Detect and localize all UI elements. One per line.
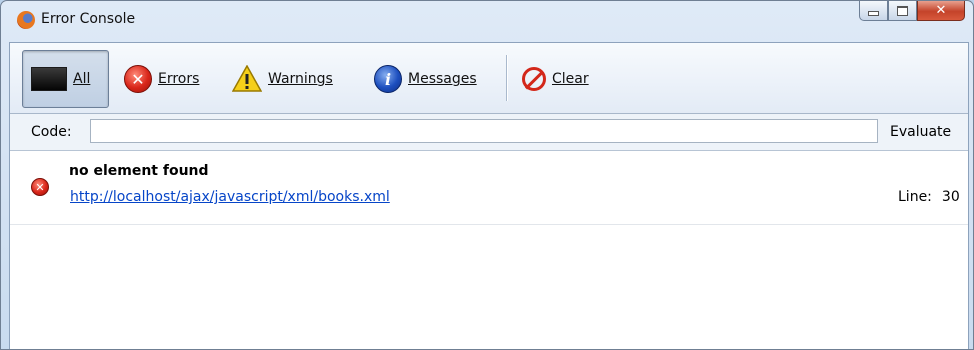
warnings-button[interactable]: Warnings: [228, 50, 337, 108]
title-bar[interactable]: Error Console ✕: [1, 1, 973, 41]
line-info: Line: 30: [898, 189, 960, 205]
maximize-button[interactable]: [888, 1, 917, 21]
errors-label: Errors: [158, 71, 200, 87]
warning-icon: [232, 65, 262, 92]
all-button[interactable]: All: [22, 50, 109, 108]
window-title: Error Console: [41, 11, 136, 27]
error-icon: ✕: [31, 178, 49, 196]
line-label: Line:: [898, 189, 932, 205]
messages-label: Messages: [408, 71, 477, 87]
all-label: All: [73, 71, 91, 87]
clear-icon: [522, 67, 546, 91]
list-item[interactable]: ✕ no element found http://localhost/ajax…: [10, 151, 968, 225]
info-icon: i: [374, 65, 402, 93]
maximize-icon: [897, 5, 908, 16]
code-input[interactable]: [90, 119, 878, 143]
close-icon: ✕: [935, 3, 947, 18]
clear-label: Clear: [552, 71, 589, 87]
minimize-icon: [868, 11, 879, 16]
toolbar: All ✕ Errors Warnings i Messages Clear: [10, 43, 968, 114]
all-icon: [31, 67, 67, 91]
console-message-list[interactable]: ✕ no element found http://localhost/ajax…: [10, 151, 968, 349]
code-label: Code:: [31, 124, 72, 140]
clear-button[interactable]: Clear: [518, 50, 593, 108]
messages-button[interactable]: i Messages: [370, 50, 481, 108]
error-console-window: Error Console ✕ All ✕ Errors Warnings i …: [0, 0, 974, 350]
evaluate-button[interactable]: Evaluate: [890, 124, 951, 140]
error-message: no element found: [69, 163, 209, 179]
line-number: 30: [941, 189, 960, 205]
minimize-button[interactable]: [859, 1, 888, 21]
code-bar: Code: Evaluate: [10, 114, 968, 151]
source-link[interactable]: http://localhost/ajax/javascript/xml/boo…: [70, 189, 390, 205]
toolbar-separator: [506, 55, 507, 101]
warnings-label: Warnings: [268, 71, 333, 87]
firefox-icon: [17, 11, 35, 29]
errors-button[interactable]: ✕ Errors: [120, 50, 203, 108]
error-icon: ✕: [124, 65, 152, 93]
window-controls: ✕: [859, 1, 965, 23]
console-client-area: All ✕ Errors Warnings i Messages Clear C…: [9, 42, 969, 349]
close-button[interactable]: ✕: [917, 1, 965, 21]
